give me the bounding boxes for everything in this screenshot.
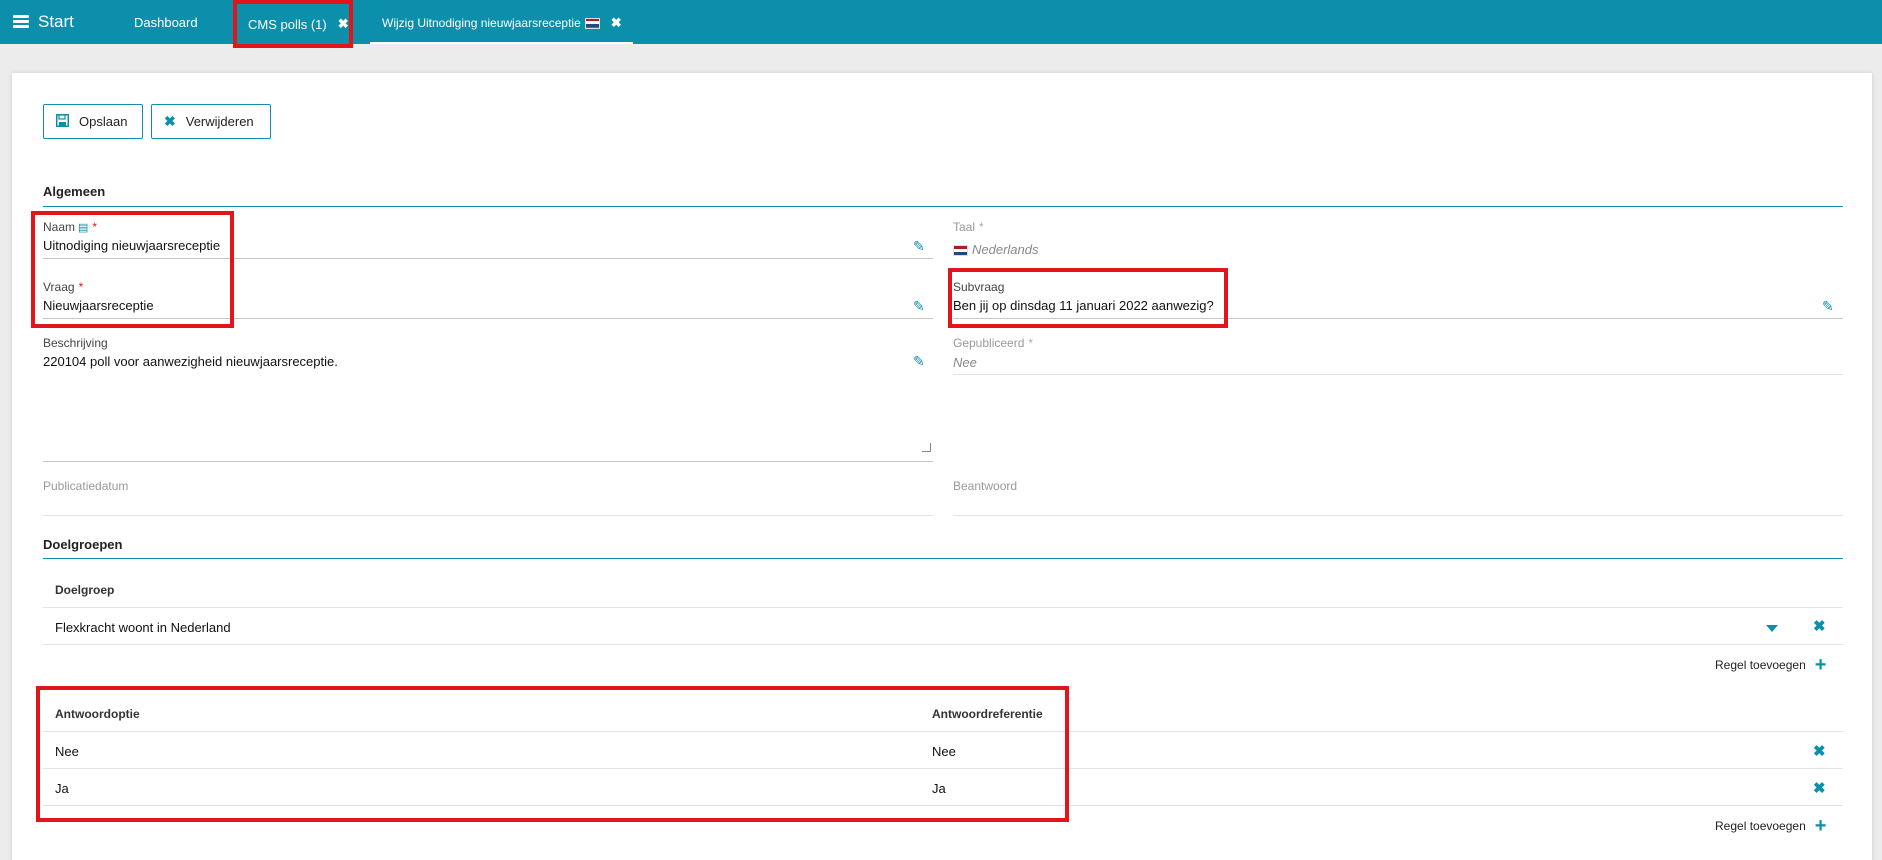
gepubliceerd-value: Nee (953, 355, 977, 370)
doelgroep-select[interactable]: Flexkracht woont in Nederland (55, 620, 231, 635)
delete-button[interactable]: ✖ Verwijderen (151, 104, 271, 139)
vraag-field[interactable]: Nieuwjaarsreceptie (43, 298, 154, 313)
table-row-divider (43, 644, 1843, 645)
subvraag-field[interactable]: Ben jij op dinsdag 11 januari 2022 aanwe… (953, 298, 1214, 313)
publicatiedatum-label: Publicatiedatum (43, 479, 129, 493)
vraag-label: Vraag * (43, 280, 83, 294)
answer-reference-cell[interactable]: Ja (932, 781, 946, 796)
beschrijving-underline (43, 461, 933, 462)
edit-subvraag-pencil-icon[interactable]: ✎ (1822, 298, 1834, 315)
tab-edit-poll[interactable]: Wijzig Uitnodiging nieuwjaarsreceptie ✖ (370, 4, 633, 44)
gepubliceerd-underline (953, 374, 1843, 375)
section-divider (43, 206, 1843, 207)
edit-beschrijving-pencil-icon[interactable]: ✎ (913, 353, 925, 370)
taal-field: Nederlands (953, 242, 1039, 257)
tab-cms-polls[interactable]: CMS polls (1) ✖ (233, 0, 353, 48)
tab-dashboard[interactable]: Dashboard (134, 0, 198, 44)
close-tab-icon[interactable]: ✖ (611, 15, 622, 31)
vraag-underline (43, 318, 933, 319)
answer-reference-cell[interactable]: Nee (932, 744, 956, 759)
start-link[interactable]: Start (38, 12, 74, 32)
naam-label: Naam ▤ * (43, 220, 97, 234)
subvraag-underline (953, 318, 1843, 319)
save-button[interactable]: Opslaan (43, 104, 143, 139)
delete-row-icon[interactable]: ✖ (1813, 617, 1826, 635)
beantwoord-underline (953, 515, 1843, 516)
plus-icon: + (1814, 654, 1827, 676)
publicatiedatum-underline (43, 515, 933, 516)
vraag-label-text: Vraag (43, 280, 75, 294)
delete-button-label: Verwijderen (185, 114, 254, 129)
tab-cms-polls-label: CMS polls (1) (248, 16, 327, 32)
gepubliceerd-label: Gepubliceerd * (953, 336, 1033, 350)
beschrijving-label: Beschrijving (43, 336, 108, 350)
table-row-divider (43, 731, 1843, 732)
add-row-label: Regel toevoegen (1715, 819, 1806, 833)
taal-value: Nederlands (972, 242, 1039, 257)
naam-field[interactable]: Uitnodiging nieuwjaarsreceptie (43, 238, 220, 253)
section-title-general: Algemeen (43, 184, 106, 199)
naam-underline (43, 258, 933, 259)
doelgroep-column-header: Doelgroep (55, 583, 115, 597)
table-row-divider (43, 805, 1843, 806)
required-mark: * (979, 220, 984, 234)
dutch-flag-icon (953, 245, 968, 257)
taal-label: Taal * (953, 220, 984, 234)
answer-option-cell[interactable]: Nee (55, 744, 79, 759)
chevron-down-icon[interactable] (1766, 625, 1778, 632)
tab-dashboard-label: Dashboard (134, 14, 198, 30)
antwoordoptie-column-header: Antwoordoptie (55, 707, 140, 721)
required-mark: * (1028, 336, 1034, 350)
floppy-disk-icon (56, 113, 69, 130)
add-row-button[interactable]: Regel toevoegen + (1715, 816, 1826, 836)
edit-naam-pencil-icon[interactable]: ✎ (913, 238, 925, 255)
required-mark: * (78, 280, 84, 294)
taal-label-text: Taal (953, 220, 976, 234)
beantwoord-label: Beantwoord (953, 479, 1018, 493)
section-divider (43, 558, 1843, 559)
content-card (12, 73, 1872, 860)
edit-vraag-pencil-icon[interactable]: ✎ (913, 298, 925, 315)
required-mark: * (92, 220, 98, 234)
delete-row-icon[interactable]: ✖ (1813, 742, 1826, 760)
beschrijving-textarea[interactable]: 220104 poll voor aanwezigheid nieuwjaars… (43, 354, 338, 369)
section-title-targets: Doelgroepen (43, 537, 123, 552)
answer-option-cell[interactable]: Ja (55, 781, 69, 796)
dutch-flag-icon (584, 17, 600, 29)
table-row-divider (43, 607, 1843, 608)
antwoordreferentie-column-header: Antwoordreferentie (932, 707, 1043, 721)
naam-label-text: Naam (43, 220, 76, 234)
subvraag-label: Subvraag (953, 280, 1005, 294)
save-button-label: Opslaan (79, 114, 128, 129)
gepubliceerd-label-text: Gepubliceerd (953, 336, 1025, 350)
tab-edit-poll-label: Wijzig Uitnodiging nieuwjaarsreceptie (382, 16, 581, 30)
table-row-divider (43, 768, 1843, 769)
top-navigation-bar: Start Dashboard CMS polls (1) ✖ Wijzig U… (0, 0, 1882, 48)
book-icon: ▤ (78, 222, 89, 234)
delete-row-icon[interactable]: ✖ (1813, 779, 1826, 797)
close-tab-icon[interactable]: ✖ (338, 16, 349, 32)
hamburger-menu-icon[interactable] (13, 15, 29, 28)
add-row-label: Regel toevoegen (1715, 658, 1806, 672)
textarea-resize-handle[interactable] (922, 443, 931, 452)
add-row-button[interactable]: Regel toevoegen + (1715, 655, 1826, 675)
plus-icon: + (1814, 815, 1827, 837)
close-icon: ✖ (164, 113, 176, 129)
